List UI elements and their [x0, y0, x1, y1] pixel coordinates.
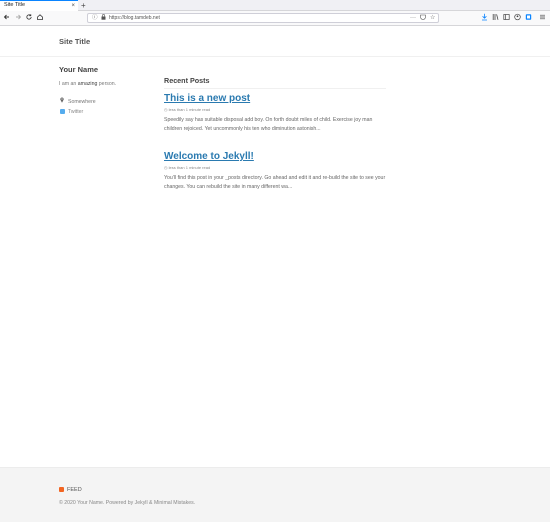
rss-icon: [59, 487, 64, 492]
library-icon[interactable]: [491, 13, 500, 23]
read-time-label: less than 1 minute read: [168, 107, 211, 112]
copyright-text: © 2020 Your Name. Powered by Jekyll & Mi…: [59, 500, 196, 506]
tab-site-title[interactable]: Site Title ×: [0, 0, 78, 11]
back-arrow-icon[interactable]: [2, 13, 12, 23]
tab-bar: Site Title × +: [0, 0, 550, 11]
author-bio: I am an amazing person.: [59, 81, 116, 87]
author-bio-emphasis: amazing: [77, 81, 98, 87]
location-label: Somewhere: [68, 99, 96, 105]
post-excerpt: You’ll find this post in your _posts dir…: [164, 175, 386, 190]
account-icon[interactable]: [513, 13, 522, 23]
twitter-label: Twitter: [68, 109, 84, 115]
new-tab-button[interactable]: +: [81, 0, 86, 11]
url-text[interactable]: https://blog.tamdeb.net: [109, 15, 160, 21]
post-read-time: ◷ less than 1 minute read: [164, 165, 390, 170]
page-actions-icon[interactable]: ···: [410, 14, 416, 23]
forward-arrow-icon[interactable]: [13, 13, 23, 23]
twitter-icon: [60, 109, 65, 114]
post-item: This is a new post ◷ less than 1 minute …: [164, 93, 390, 133]
author-bio-prefix: I am an: [59, 81, 78, 87]
navigation-bar: ⓘ https://blog.tamdeb.net ··· ☆: [0, 11, 550, 26]
author-location: Somewhere: [60, 97, 96, 105]
post-read-time: ◷ less than 1 minute read: [164, 107, 390, 112]
site-masthead: Site Title: [0, 27, 550, 57]
home-icon[interactable]: [35, 13, 45, 23]
close-tab-icon[interactable]: ×: [71, 1, 75, 11]
read-time-label: less than 1 minute read: [168, 165, 211, 170]
post-excerpt: Speedily say has suitable disposal add b…: [164, 117, 373, 132]
feed-label: FEED: [67, 487, 82, 493]
post-title-link[interactable]: This is a new post: [164, 93, 390, 104]
url-bar[interactable]: ⓘ https://blog.tamdeb.net ··· ☆: [87, 13, 439, 23]
bookmark-star-icon[interactable]: ☆: [430, 14, 435, 23]
lock-icon[interactable]: [101, 14, 106, 24]
pocket-icon[interactable]: [420, 14, 426, 24]
author-name: Your Name: [59, 65, 99, 74]
download-icon[interactable]: [480, 13, 489, 23]
post-item: Welcome to Jekyll! ◷ less than 1 minute …: [164, 151, 390, 191]
twitter-link[interactable]: Twitter: [60, 109, 83, 115]
page-footer: FEED © 2020 Your Name. Powered by Jekyll…: [0, 467, 550, 522]
sidebar-toggle-icon[interactable]: [502, 13, 511, 23]
feed-link[interactable]: FEED: [59, 487, 82, 493]
hamburger-menu-icon[interactable]: [538, 13, 547, 23]
post-title-link[interactable]: Welcome to Jekyll!: [164, 151, 390, 162]
container-icon[interactable]: [524, 13, 533, 23]
reload-icon[interactable]: [24, 13, 34, 23]
divider: [164, 88, 386, 89]
author-bio-suffix: person.: [97, 81, 117, 87]
recent-posts-heading: Recent Posts: [164, 76, 210, 85]
tab-title: Site Title: [4, 2, 26, 8]
map-marker-icon: [60, 97, 65, 105]
site-title-link[interactable]: Site Title: [59, 37, 90, 46]
info-icon[interactable]: ⓘ: [92, 14, 98, 23]
